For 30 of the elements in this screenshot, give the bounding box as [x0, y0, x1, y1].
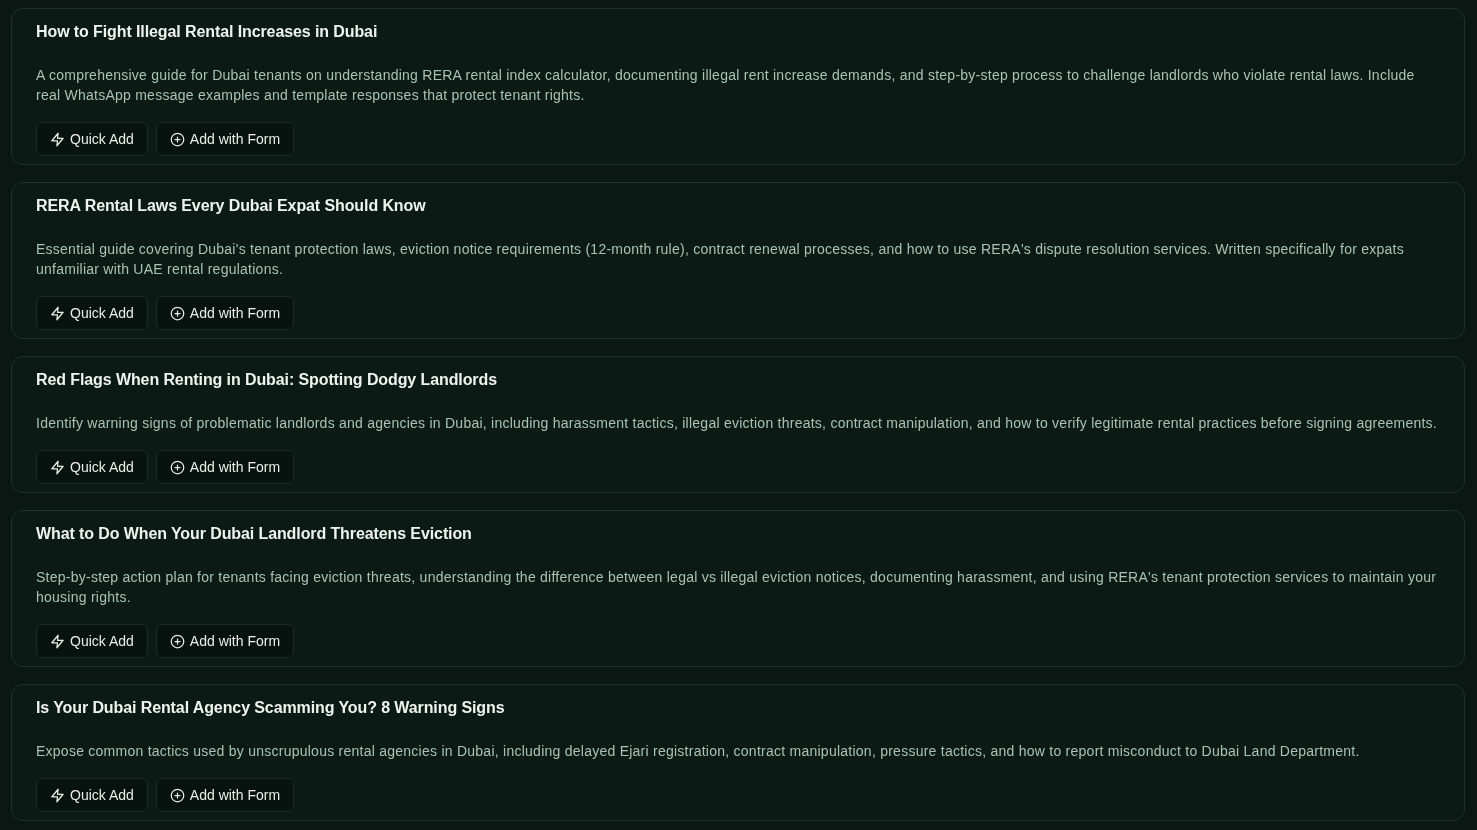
article-description: Identify warning signs of problematic landlords and agencies in Dubai, including harassment tactics, illegal eviction threats, contract manipulation, and how to verify legitimate rental practices before signing agreements. [36, 414, 1438, 433]
quick-add-button[interactable]: Quick Add [36, 122, 148, 156]
article-description: A comprehensive guide for Dubai tenants on understanding RERA rental index calculator, documenting illegal rent increase demands, and step-by-step process to challenge landlords who violate rental laws. Include real WhatsApp message examples and template responses that protect tenant rights. [36, 66, 1416, 105]
article-title: Red Flags When Renting in Dubai: Spotting Dodgy Landlords [36, 370, 498, 390]
lightning-icon [50, 787, 65, 803]
quick-add-button[interactable]: Quick Add [36, 624, 148, 658]
plus-circle-icon [169, 633, 185, 649]
lightning-icon [50, 131, 65, 147]
article-title: Is Your Dubai Rental Agency Scamming You? 8 Warning Signs [36, 698, 506, 718]
plus-circle-icon [169, 305, 185, 321]
quick-add-button[interactable]: Quick Add [36, 296, 148, 330]
article-description: Step-by-step action plan for tenants facing eviction threats, understanding the difference between legal vs illegal eviction notices, documenting harassment, and using RERA's tenant protection services to maintain your housing rights. [36, 568, 1438, 607]
add-with-form-button[interactable]: Add with Form [155, 450, 295, 484]
lightning-icon [50, 305, 65, 321]
article-title: How to Fight Illegal Rental Increases in Dubai [36, 22, 379, 42]
quick-add-button[interactable]: Quick Add [36, 450, 148, 484]
plus-circle-icon [169, 459, 185, 475]
add-with-form-button[interactable]: Add with Form [155, 778, 295, 812]
add-with-form-button[interactable]: Add with Form [155, 122, 295, 156]
quick-add-button[interactable]: Quick Add [36, 778, 148, 812]
lightning-icon [50, 633, 65, 649]
add-with-form-button[interactable]: Add with Form [155, 624, 295, 658]
lightning-icon [50, 459, 65, 475]
article-title: RERA Rental Laws Every Dubai Expat Should Know [36, 196, 427, 216]
article-title: What to Do When Your Dubai Landlord Threatens Eviction [36, 524, 473, 544]
add-with-form-button[interactable]: Add with Form [155, 296, 295, 330]
article-description: Expose common tactics used by unscrupulous rental agencies in Dubai, including delayed Ejari registration, contract manipulation, pressure tactics, and how to report misconduct to Dubai Land Department. [36, 742, 1361, 761]
article-description: Essential guide covering Dubai's tenant protection laws, eviction notice requirements (12-month rule), contract renewal processes, and how to use RERA's dispute resolution services. Written specifically for expats unfamiliar with UAE rental regulations. [36, 240, 1405, 279]
plus-circle-icon [169, 787, 185, 803]
plus-circle-icon [169, 131, 185, 147]
